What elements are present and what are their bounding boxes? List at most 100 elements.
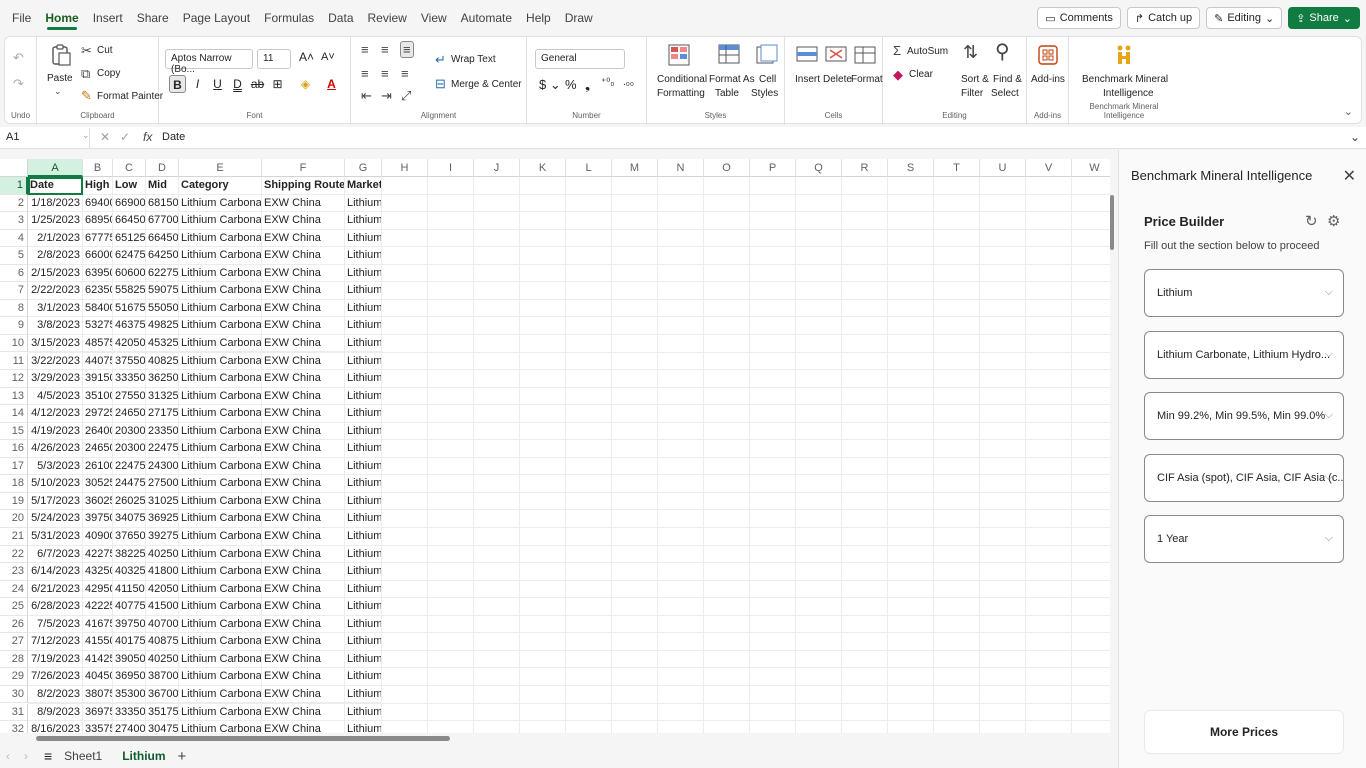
row-header[interactable]: 27 [0,633,28,651]
table-cell[interactable]: 69400 [83,194,113,213]
sheet-tab-lithium[interactable]: Lithium [114,744,173,768]
table-cell[interactable]: Lithium Carbonate [179,212,262,230]
column-header-v[interactable]: V [1026,159,1072,177]
table-cell[interactable]: 33575 [83,721,113,733]
table-cell[interactable]: Lithium Carbonate [179,580,262,599]
table-cell[interactable]: 7/19/2023 [28,650,83,669]
format-as-table-icon[interactable] [717,43,741,67]
table-cell[interactable]: 36950 [113,668,146,686]
table-cell[interactable]: 42275 [83,545,113,564]
double-underline-button[interactable]: D [229,75,246,93]
table-cell[interactable]: 40175 [113,633,146,651]
table-cell[interactable]: 33350 [113,703,146,722]
table-cell[interactable]: 7/5/2023 [28,615,83,634]
row-header[interactable]: 11 [0,352,28,371]
format-painter-button[interactable]: Format Painter [97,91,163,102]
table-cell[interactable]: 8/9/2023 [28,703,83,722]
addins-button[interactable]: Add-ins [1031,74,1065,85]
table-cell[interactable]: 4/12/2023 [28,405,83,423]
column-header-g[interactable]: G [345,159,382,177]
table-cell[interactable]: 40700 [146,615,179,634]
menu-tab-file[interactable]: File [5,0,38,36]
row-header[interactable]: 3 [0,212,28,230]
italic-button[interactable]: I [189,75,206,93]
table-cell[interactable]: 48575 [83,334,113,353]
row-header[interactable]: 7 [0,282,28,300]
table-cell[interactable]: 24650 [113,405,146,423]
table-cell[interactable]: 3/8/2023 [28,317,83,335]
column-header-s[interactable]: S [888,159,934,177]
table-cell[interactable]: Lithium Carbonate [179,440,262,458]
menu-tab-share[interactable]: Share [130,0,176,36]
table-cell[interactable]: 31025 [146,492,179,511]
table-cell[interactable]: EXW China [262,528,345,546]
table-cell[interactable]: Lithium [345,212,382,230]
table-cell[interactable]: Lithium Carbonate [179,633,262,651]
table-cell[interactable]: Lithium [345,264,382,283]
row-header[interactable]: 24 [0,580,28,599]
row-header[interactable]: 15 [0,422,28,441]
table-cell[interactable]: 4/26/2023 [28,440,83,458]
align-center-icon[interactable]: ≡ [381,67,389,80]
catch-up-button[interactable]: ↱ Catch up [1126,7,1201,29]
editing-mode-button[interactable]: ✎ Editing ⌄ [1206,7,1283,29]
settings-icon[interactable]: ⚙ [1327,212,1340,230]
table-cell[interactable]: 22475 [146,440,179,458]
chevron-down-icon[interactable]: ⌄ [82,130,90,141]
menu-tab-review[interactable]: Review [361,0,414,36]
table-cell[interactable]: Lithium [345,405,382,423]
column-header-h[interactable]: H [382,159,428,177]
table-cell[interactable]: EXW China [262,721,345,733]
table-cell[interactable]: EXW China [262,370,345,388]
table-cell[interactable]: 3/22/2023 [28,352,83,371]
table-cell[interactable]: Lithium [345,580,382,599]
increase-indent-icon[interactable]: ⇥ [381,89,392,102]
header-cell[interactable]: Category [179,177,262,195]
table-cell[interactable]: EXW China [262,492,345,511]
table-cell[interactable]: 2/8/2023 [28,247,83,265]
table-cell[interactable]: 8/16/2023 [28,721,83,733]
decrease-decimal-icon[interactable]: .₀₀ [623,77,634,88]
table-cell[interactable]: 36975 [83,703,113,722]
align-left-icon[interactable]: ≡ [361,67,369,80]
format-cells-icon[interactable] [853,43,877,67]
wrap-text-button[interactable]: Wrap Text [451,54,496,65]
sort-filter-icon[interactable]: ⇅ [963,43,978,61]
table-cell[interactable]: Lithium [345,668,382,686]
table-cell[interactable]: 37650 [113,528,146,546]
table-cell[interactable]: EXW China [262,299,345,318]
fx-icon[interactable]: fx [143,130,152,144]
table-cell[interactable]: 29725 [83,405,113,423]
row-header[interactable]: 13 [0,387,28,406]
table-cell[interactable]: 63950 [83,264,113,283]
align-middle-icon[interactable]: ≡ [381,43,389,56]
cut-button[interactable]: Cut [97,45,113,56]
font-size-dropdown[interactable]: 11 [257,49,291,69]
table-cell[interactable]: 5/17/2023 [28,492,83,511]
row-header[interactable]: 18 [0,475,28,493]
merge-center-button[interactable]: Merge & Center [451,79,522,90]
table-cell[interactable]: Lithium Carbonate [179,194,262,213]
row-header[interactable]: 21 [0,528,28,546]
table-cell[interactable]: 30525 [83,475,113,493]
table-cell[interactable]: 8/2/2023 [28,685,83,704]
table-cell[interactable]: 3/29/2023 [28,370,83,388]
share-button[interactable]: ⇪ Share ⌄ [1288,7,1360,29]
sheet-tab-sheet1[interactable]: Sheet1 [56,744,110,768]
table-cell[interactable]: Lithium Carbonate [179,703,262,722]
column-header-d[interactable]: D [146,159,179,177]
align-right-icon[interactable]: ≡ [401,67,409,80]
table-cell[interactable]: EXW China [262,282,345,300]
table-cell[interactable]: Lithium [345,334,382,353]
table-cell[interactable]: 40825 [146,352,179,371]
table-cell[interactable]: EXW China [262,387,345,406]
row-header[interactable]: 2 [0,194,28,213]
bmi-button[interactable]: Benchmark Mineral [1082,74,1168,85]
column-header-a[interactable]: A [28,159,83,177]
table-cell[interactable]: 35100 [83,387,113,406]
column-header-m[interactable]: M [612,159,658,177]
table-cell[interactable]: Lithium [345,282,382,300]
decrease-indent-icon[interactable]: ⇤ [361,89,372,102]
enter-icon[interactable]: ✓ [120,130,130,144]
table-cell[interactable]: Lithium Carbonate [179,370,262,388]
